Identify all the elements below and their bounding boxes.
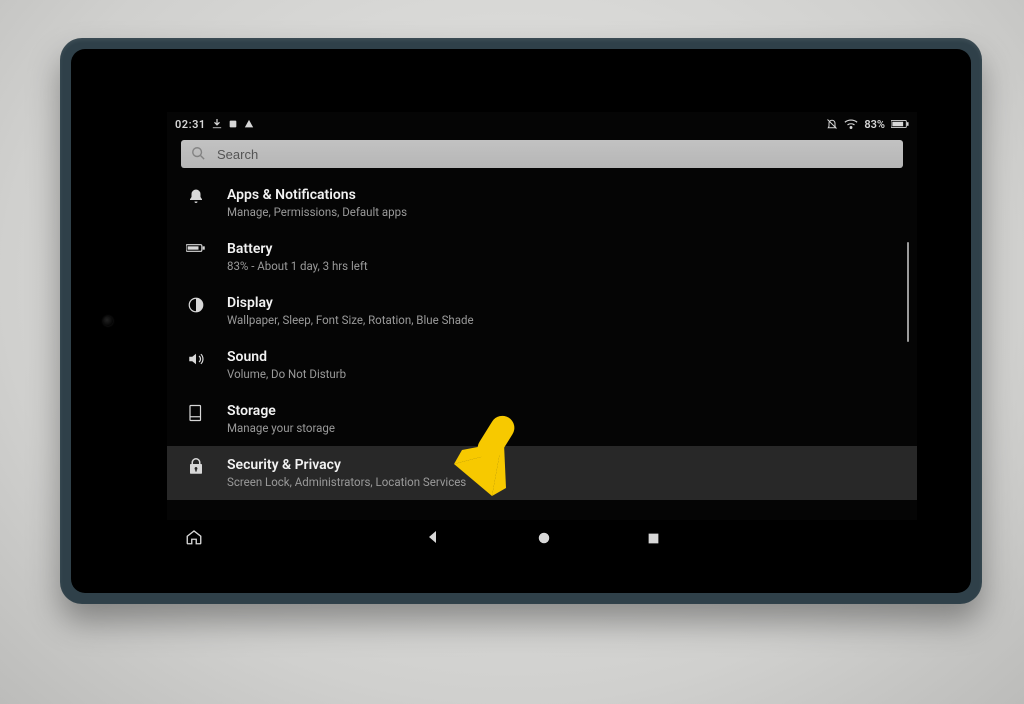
settings-row-apps-notifications[interactable]: Apps & Notifications Manage, Permissions… [167, 176, 917, 230]
nav-home-button[interactable] [537, 530, 551, 549]
wifi-icon [844, 118, 858, 130]
battery-percent-text: 83% [864, 118, 885, 131]
settings-row-battery[interactable]: Battery 83% - About 1 day, 3 hrs left [167, 230, 917, 284]
search-bar[interactable] [181, 140, 903, 168]
settings-row-display[interactable]: Display Wallpaper, Sleep, Font Size, Rot… [167, 284, 917, 338]
nav-recent-button[interactable] [647, 530, 660, 549]
battery-row-icon [185, 240, 207, 254]
row-subtitle: Manage, Permissions, Default apps [227, 205, 899, 220]
battery-icon [891, 119, 909, 129]
storage-icon [185, 402, 207, 422]
scroll-indicator[interactable] [907, 242, 909, 342]
row-title: Sound [227, 348, 899, 366]
lock-bag-icon [185, 456, 207, 476]
search-input[interactable] [215, 146, 893, 163]
search-bar-container [167, 134, 917, 176]
search-icon [191, 145, 205, 164]
status-bar: 02:31 [167, 112, 917, 134]
settings-row-security-privacy[interactable]: Security & Privacy Screen Lock, Administ… [167, 446, 917, 500]
speaker-icon [185, 348, 207, 368]
card-icon [228, 119, 238, 129]
settings-list[interactable]: Apps & Notifications Manage, Permissions… [167, 176, 917, 520]
row-subtitle: Wallpaper, Sleep, Font Size, Rotation, B… [227, 313, 899, 328]
row-title: Apps & Notifications [227, 186, 899, 204]
row-subtitle: Volume, Do Not Disturb [227, 367, 899, 382]
front-camera [103, 316, 113, 326]
row-title: Display [227, 294, 899, 312]
warning-icon [244, 119, 254, 129]
row-title: Security & Privacy [227, 456, 899, 474]
download-icon [212, 119, 222, 129]
row-subtitle: Screen Lock, Administrators, Location Se… [227, 475, 899, 490]
row-subtitle: 83% - About 1 day, 3 hrs left [227, 259, 899, 274]
tablet-device: 02:31 [60, 38, 982, 604]
tablet-bezel: 02:31 [71, 49, 971, 593]
notification-off-icon [826, 118, 838, 130]
row-subtitle: Manage your storage [227, 421, 899, 436]
row-title: Battery [227, 240, 899, 258]
row-title: Storage [227, 402, 899, 420]
home-secondary-icon[interactable] [185, 528, 203, 550]
screen: 02:31 [167, 112, 917, 558]
photo-background: 02:31 [0, 0, 1024, 704]
settings-row-sound[interactable]: Sound Volume, Do Not Disturb [167, 338, 917, 392]
status-clock: 02:31 [175, 118, 206, 131]
navigation-bar [167, 520, 917, 558]
contrast-icon [185, 294, 207, 314]
bell-icon [185, 186, 207, 206]
nav-back-button[interactable] [425, 529, 441, 549]
settings-row-storage[interactable]: Storage Manage your storage [167, 392, 917, 446]
